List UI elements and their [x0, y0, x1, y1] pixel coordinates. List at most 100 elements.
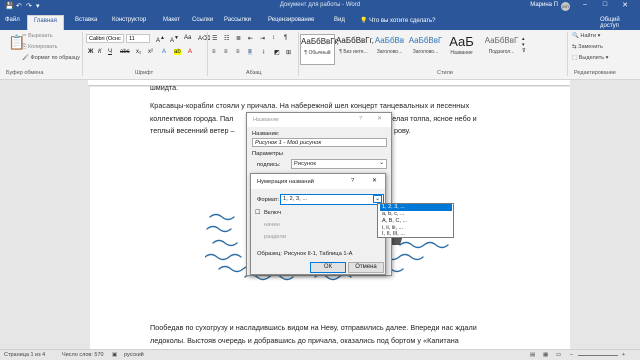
maximize-button[interactable]: □ — [598, 1, 612, 8]
tab-view[interactable]: Вид — [334, 17, 345, 23]
text-effects-icon[interactable]: A — [162, 49, 166, 55]
chevron-down-icon: ⌄ — [379, 160, 384, 166]
shading-icon[interactable]: ◩ — [274, 49, 280, 56]
tab-design[interactable]: Конструктор — [112, 17, 146, 23]
sample-label: Образец: — [257, 251, 282, 257]
format-select[interactable]: 1, 2, 3, ... ⌄ — [280, 194, 384, 205]
font-size-select[interactable]: 11 — [126, 34, 150, 43]
zoom-slider[interactable] — [578, 355, 618, 356]
subscript-icon[interactable]: x₂ — [136, 49, 141, 55]
shrink-font-icon[interactable]: A▼ — [170, 35, 179, 44]
caption-numbering-dialog: Нумерация названий ? ✕ Формат: 1, 2, 3, … — [250, 173, 386, 275]
strikethrough-icon[interactable]: abc — [120, 49, 130, 55]
italic-icon[interactable]: К — [98, 49, 102, 55]
sort-icon[interactable]: ↕ — [272, 35, 275, 41]
numbering-icon[interactable]: ☷ — [224, 35, 229, 42]
multilevel-list-icon[interactable]: ≣ — [236, 35, 241, 42]
find-button[interactable]: 🔍 Найти ▾ — [572, 33, 600, 39]
zoom-out-icon[interactable]: – — [570, 352, 573, 358]
user-name[interactable]: Марина П — [530, 2, 558, 8]
cut-button[interactable]: ✂ Вырезать — [22, 33, 53, 39]
replace-button[interactable]: ⇆ Заменить — [572, 44, 603, 50]
style-title[interactable]: АаБ Название — [444, 34, 479, 65]
styles-more-icon[interactable]: ▴ ▾ ⊽ — [522, 36, 526, 54]
font-color-icon[interactable]: A — [188, 49, 192, 55]
line-spacing-icon[interactable]: ↨ — [262, 49, 265, 55]
chevron-down-icon[interactable]: ⌄ — [373, 195, 382, 203]
document-line: Пообедав по сухогрузу и насладившись вид… — [150, 323, 477, 332]
page-count[interactable]: Страница 1 из 4 — [4, 352, 45, 358]
language[interactable]: русский — [124, 352, 144, 358]
bullets-icon[interactable]: ☰ — [212, 35, 217, 42]
include-chapter-label: Включ — [264, 210, 282, 216]
tab-review[interactable]: Рецензирование — [268, 17, 314, 23]
style-subtitle[interactable]: АаБбВвГ Подзагол... — [484, 34, 519, 65]
help-icon[interactable]: ? — [351, 178, 354, 184]
help-icon[interactable]: ? — [359, 116, 362, 122]
copy-button[interactable]: ⎘ Копировать — [22, 44, 58, 51]
tab-references[interactable]: Ссылки — [192, 17, 213, 23]
format-option[interactable]: 1, 2, 3, ... — [380, 204, 452, 211]
close-button[interactable]: ✕ — [618, 1, 632, 9]
tab-insert[interactable]: Вставка — [75, 17, 97, 23]
cut-label: Вырезать — [28, 33, 53, 39]
word-count[interactable]: Число слов: 570 — [62, 352, 104, 358]
zoom-in-icon[interactable]: + — [622, 352, 625, 358]
tab-mailings[interactable]: Рассылки — [224, 17, 251, 23]
avatar[interactable]: МП — [561, 2, 570, 11]
justify-icon[interactable]: ≡ — [248, 49, 252, 55]
print-layout-icon[interactable]: ▦ — [543, 352, 548, 358]
pilcrow-icon[interactable]: ¶ — [284, 35, 287, 41]
change-case-icon[interactable]: Aa — [184, 35, 191, 41]
signature-select[interactable]: Рисунок ⌄ — [291, 159, 387, 169]
style-sample: АаБбВвГг, — [336, 36, 374, 45]
style-normal[interactable]: АаБбВвГг, ¶ Обычный — [300, 34, 339, 65]
highlight-icon[interactable]: ab — [174, 49, 181, 55]
ok-button[interactable]: ОК — [310, 262, 346, 273]
caption-input[interactable]: Рисунок 1 - Мой рисунок — [252, 138, 387, 147]
format-dropdown-list[interactable]: 1, 2, 3, ... a, b, c, ... A, B, C, ... i… — [377, 203, 454, 238]
style-heading-1[interactable]: АаБбВв Заголово... — [372, 34, 407, 65]
format-value: 1, 2, 3, ... — [283, 196, 308, 202]
document-text: коллективов города. Пал — [150, 114, 234, 123]
proofing-icon[interactable]: ▣ — [112, 352, 117, 358]
font-name-select[interactable]: Calibri (Оснс — [86, 34, 124, 43]
style-name: Подзагол... — [488, 49, 515, 55]
style-no-spacing[interactable]: АаБбВвГг, ¶ Без инте... — [336, 34, 374, 65]
tell-me-search[interactable]: 💡 Что вы хотите сделать? — [360, 17, 435, 24]
paragraph-group-label: Абзац — [246, 70, 262, 76]
select-button[interactable]: ⬚ Выделить ▾ — [572, 55, 608, 61]
web-layout-icon[interactable]: ▭ — [556, 352, 561, 358]
format-option[interactable]: I, II, III, ... — [380, 231, 452, 238]
read-mode-icon[interactable]: ▤ — [530, 352, 535, 358]
include-chapter-checkbox[interactable]: ☐ — [255, 210, 260, 216]
tab-file[interactable]: Файл — [5, 17, 20, 23]
style-name: ¶ Без инте... — [339, 49, 368, 55]
close-icon[interactable]: ✕ — [377, 116, 382, 122]
align-left-icon[interactable]: ≡ — [212, 49, 216, 55]
grow-font-icon[interactable]: A▲ — [156, 35, 165, 44]
align-center-icon[interactable]: ≡ — [224, 49, 228, 55]
share-button[interactable]: Общий доступ — [600, 17, 640, 29]
superscript-icon[interactable]: x² — [148, 49, 153, 55]
format-painter-button[interactable]: 🖌 Формат по образцу — [22, 55, 80, 61]
format-option[interactable]: A, B, C, ... — [380, 218, 452, 225]
format-option[interactable]: a, b, c, ... — [380, 211, 452, 218]
style-name: Название — [450, 50, 473, 56]
clear-format-icon[interactable]: A⌫ — [198, 35, 211, 42]
cancel-button[interactable]: Отмена — [348, 262, 384, 273]
params-label: Параметры — [252, 151, 283, 157]
borders-icon[interactable]: ⊞ — [286, 49, 291, 56]
tab-layout[interactable]: Макет — [163, 17, 180, 23]
increase-indent-icon[interactable]: ⇥ — [260, 35, 265, 42]
close-icon[interactable]: ✕ — [372, 178, 377, 184]
align-right-icon[interactable]: ≡ — [236, 49, 240, 55]
underline-icon[interactable]: Ч — [108, 49, 112, 55]
minimize-button[interactable]: – — [578, 1, 592, 8]
ribbon-home: 📋 ✂ Вырезать ⎘ Копировать 🖌 Формат по об… — [0, 30, 640, 80]
bold-icon[interactable]: Ж — [88, 49, 93, 55]
tab-home[interactable]: Главная — [27, 15, 64, 30]
style-heading-2[interactable]: АаБбВвГ Заголово... — [408, 34, 443, 65]
select-label: Выделить — [578, 55, 605, 61]
decrease-indent-icon[interactable]: ⇤ — [248, 35, 253, 42]
